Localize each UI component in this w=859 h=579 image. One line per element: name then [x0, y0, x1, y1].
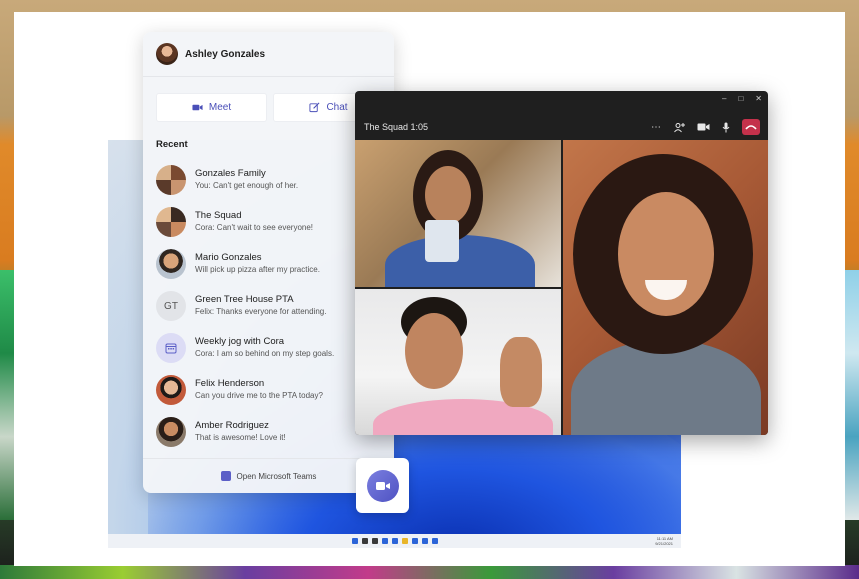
conversation-name: Mario Gonzales: [195, 252, 262, 263]
video-camera-icon: [192, 104, 203, 111]
taskbar: 11:11 AM 9/21/2021: [108, 534, 681, 548]
contact-avatar: [156, 375, 186, 405]
teams-video-chat-icon: [366, 469, 399, 502]
video-tile-participant-1[interactable]: [355, 140, 561, 287]
conversation-preview: Cora: Can't wait to see everyone!: [195, 223, 314, 232]
group-avatar: [156, 165, 186, 195]
widgets-icon[interactable]: [381, 538, 388, 544]
file-explorer-icon[interactable]: [401, 538, 408, 544]
minimize-icon[interactable]: –: [722, 94, 726, 103]
conversation-preview: Cora: I am so behind on my step goals.: [195, 349, 335, 358]
chat-icon[interactable]: [391, 538, 398, 544]
taskbar-clock[interactable]: 11:11 AM 9/21/2021: [655, 536, 673, 546]
wallpaper-edge-bottom: [0, 565, 859, 579]
initials-avatar: GT: [156, 291, 186, 321]
contact-avatar: [156, 417, 186, 447]
search-icon[interactable]: [361, 538, 368, 544]
open-teams-label: Open Microsoft Teams: [236, 471, 317, 481]
close-icon[interactable]: ✕: [755, 94, 762, 103]
video-tile-participant-2[interactable]: [355, 289, 561, 435]
call-window: – □ ✕ The Squad 1:05 ⋯: [355, 91, 768, 435]
user-avatar[interactable]: [156, 43, 178, 65]
waving-hand: [500, 337, 542, 407]
avatar-initials: GT: [164, 300, 178, 312]
window-controls: – □ ✕: [722, 94, 762, 103]
conversation-preview: Can you drive me to the PTA today?: [195, 391, 323, 400]
meet-button[interactable]: Meet: [156, 93, 267, 122]
participant-shirt: [385, 235, 535, 287]
teams-chat-button[interactable]: [356, 458, 409, 513]
mail-icon[interactable]: [431, 538, 438, 544]
edge-icon[interactable]: [411, 538, 418, 544]
conversation-name: Felix Henderson: [195, 378, 265, 389]
conversation-name: Green Tree House PTA: [195, 294, 294, 305]
call-toolbar: The Squad 1:05 ⋯: [355, 115, 768, 139]
chat-label: Chat: [326, 102, 348, 113]
video-tile-participant-3[interactable]: [563, 140, 768, 435]
user-name: Ashley Gonzales: [185, 48, 266, 60]
participant-shirt: [571, 340, 761, 435]
conversation-name: Gonzales Family: [195, 168, 266, 179]
conversation-name: Amber Rodriguez: [195, 420, 269, 431]
conversation-name: Weekly jog with Cora: [195, 336, 285, 347]
conversation-name: The Squad: [195, 210, 242, 221]
contact-avatar: [156, 249, 186, 279]
conversation-preview: That is awesome! Love it!: [195, 433, 286, 442]
compose-icon: [309, 102, 320, 113]
mic-icon[interactable]: [722, 122, 730, 133]
conversation-preview: Felix: Thanks everyone for attending.: [195, 307, 327, 316]
calendar-icon: [156, 333, 186, 363]
conversation-preview: You: Can't get enough of her.: [195, 181, 299, 190]
flyout-header: Ashley Gonzales: [143, 32, 394, 77]
conversation-preview: Will pick up pizza after my practice.: [195, 265, 320, 274]
store-icon[interactable]: [421, 538, 428, 544]
maximize-icon[interactable]: □: [738, 94, 743, 103]
start-icon[interactable]: [351, 538, 358, 544]
participant-face: [425, 166, 471, 224]
task-view-icon[interactable]: [371, 538, 378, 544]
call-controls: ⋯: [651, 119, 760, 135]
teams-icon: [220, 471, 231, 481]
more-icon[interactable]: ⋯: [651, 122, 661, 133]
participants-icon[interactable]: [673, 122, 685, 133]
wallpaper-edge-left: [0, 270, 14, 520]
wallpaper-edge-right: [845, 270, 859, 520]
hangup-icon: [745, 125, 757, 130]
meet-label: Meet: [208, 102, 232, 113]
group-avatar: [156, 207, 186, 237]
hangup-button[interactable]: [742, 119, 760, 135]
clock-date: 9/21/2021: [655, 541, 673, 546]
camera-icon[interactable]: [697, 122, 710, 132]
participant-face: [405, 313, 463, 389]
call-title: The Squad 1:05: [364, 122, 429, 132]
coffee-mug: [425, 220, 459, 262]
